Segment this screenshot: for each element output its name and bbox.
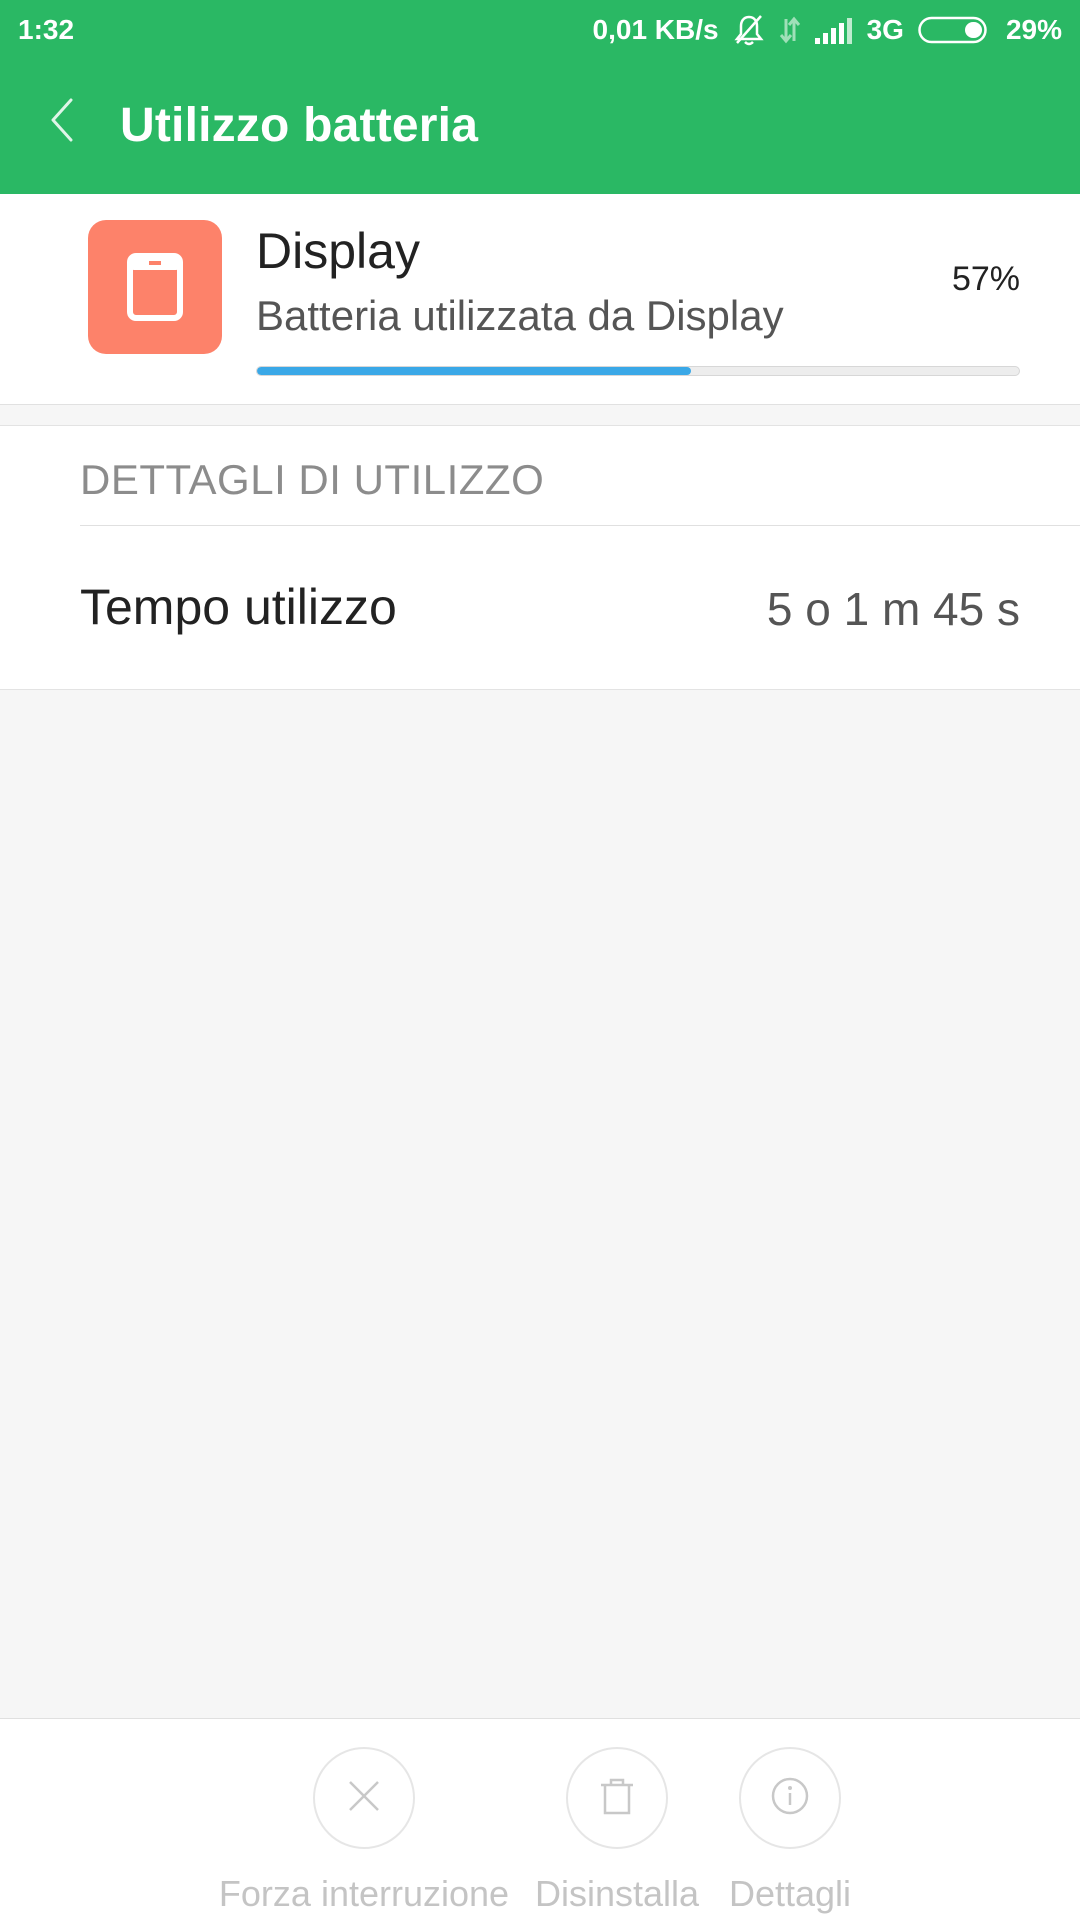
network-type: 3G	[866, 14, 904, 45]
detail-label: Tempo utilizzo	[80, 579, 397, 635]
app-bar: Utilizzo batteria	[0, 60, 1080, 194]
force-stop-button[interactable]: Forza interruzione	[214, 1747, 514, 1915]
data-arrows-icon	[779, 15, 801, 45]
usage-progress-fill	[257, 367, 692, 375]
force-stop-circle	[313, 1747, 415, 1849]
details-button[interactable]: Dettagli	[723, 1747, 857, 1915]
uninstall-label: Disinstalla	[534, 1873, 700, 1914]
uninstall-button[interactable]: Disinstalla	[529, 1747, 705, 1915]
force-stop-label: Forza interruzione	[218, 1873, 510, 1914]
status-bar: 1:32 0,01 KB/s 3G 29%	[0, 0, 1080, 60]
app-name: Display	[256, 223, 420, 279]
details-label: Dettagli	[728, 1873, 852, 1914]
section-header: DETTAGLI DI UTILIZZO	[80, 456, 545, 503]
app-description: Batteria utilizzata da Display	[256, 292, 784, 339]
status-time: 1:32	[18, 14, 75, 45]
bell-off-icon	[733, 13, 765, 47]
info-icon	[770, 1776, 810, 1821]
bottom-action-bar: Forza interruzione Disinstalla Dettagli	[0, 1718, 1080, 1921]
details-circle	[739, 1747, 841, 1849]
net-speed: 0,01 KB/s	[592, 14, 719, 45]
top-bar: 1:32 0,01 KB/s 3G 29% Utilizzo batteria	[0, 0, 1080, 194]
usage-percent: 57%	[951, 260, 1020, 298]
usage-details-section: DETTAGLI DI UTILIZZO Tempo utilizzo 5 o …	[0, 425, 1080, 690]
battery-percent: 29%	[1005, 14, 1062, 45]
signal-icon	[814, 16, 853, 44]
chevron-left-icon	[47, 96, 77, 149]
detail-row-usage-time[interactable]: Tempo utilizzo 5 o 1 m 45 s	[0, 526, 1080, 688]
display-icon	[88, 220, 222, 354]
trash-icon	[598, 1776, 636, 1821]
page-title: Utilizzo batteria	[120, 99, 479, 152]
back-button[interactable]	[30, 90, 94, 154]
app-summary-card: Display Batteria utilizzata da Display 5…	[0, 194, 1080, 405]
status-indicators: 0,01 KB/s 3G 29%	[593, 10, 1062, 50]
battery-icon	[918, 16, 990, 44]
usage-progress-bar	[256, 366, 1020, 376]
uninstall-circle	[566, 1747, 668, 1849]
close-icon	[346, 1778, 382, 1819]
detail-value: 5 o 1 m 45 s	[766, 583, 1020, 635]
